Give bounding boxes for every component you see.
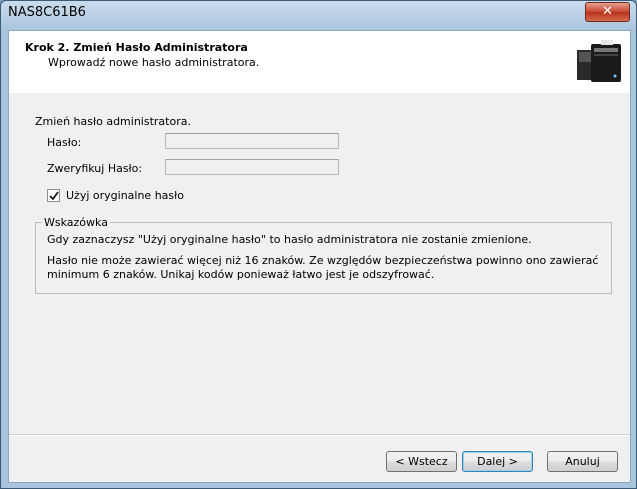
password-label: Hasło: — [47, 136, 82, 149]
section-label: Zmień hasło administratora. — [35, 115, 191, 128]
wizard-client-area: Krok 2. Zmień Hasło Administratora Wprow… — [8, 30, 631, 483]
footer-separator-highlight — [9, 435, 630, 436]
step-title: Krok 2. Zmień Hasło Administratora — [25, 41, 248, 54]
hint-legend: Wskazówka — [42, 216, 110, 229]
next-button[interactable]: Dalej > — [462, 451, 533, 472]
back-button[interactable]: < Wstecz — [386, 451, 457, 472]
cancel-button[interactable]: Anuluj — [547, 451, 618, 472]
confirm-password-input[interactable] — [165, 159, 339, 175]
wizard-header: Krok 2. Zmień Hasło Administratora Wprow… — [9, 31, 630, 93]
confirm-password-label: Zweryfikuj Hasło: — [47, 162, 143, 175]
nas-server-icon — [577, 40, 621, 82]
close-button[interactable]: ✕ — [585, 2, 630, 22]
hint-text-2: Hasło nie może zawierać więcej niż 16 zn… — [47, 254, 599, 281]
wizard-window: NAS8C61B6 ✕ Krok 2. Zmień Hasło Administ… — [0, 0, 637, 489]
header-separator — [9, 92, 630, 93]
checkmark-icon — [49, 191, 59, 201]
use-original-password-checkbox[interactable] — [47, 189, 60, 202]
window-title: NAS8C61B6 — [8, 5, 86, 20]
title-bar: NAS8C61B6 ✕ — [1, 1, 636, 25]
use-original-password-label[interactable]: Użyj oryginalne hasło — [66, 189, 184, 202]
step-subtitle: Wprowadź nowe hasło administratora. — [48, 56, 260, 69]
hint-text-1: Gdy zaznaczysz "Użyj oryginalne hasło" t… — [47, 233, 532, 246]
password-input[interactable] — [165, 133, 339, 149]
